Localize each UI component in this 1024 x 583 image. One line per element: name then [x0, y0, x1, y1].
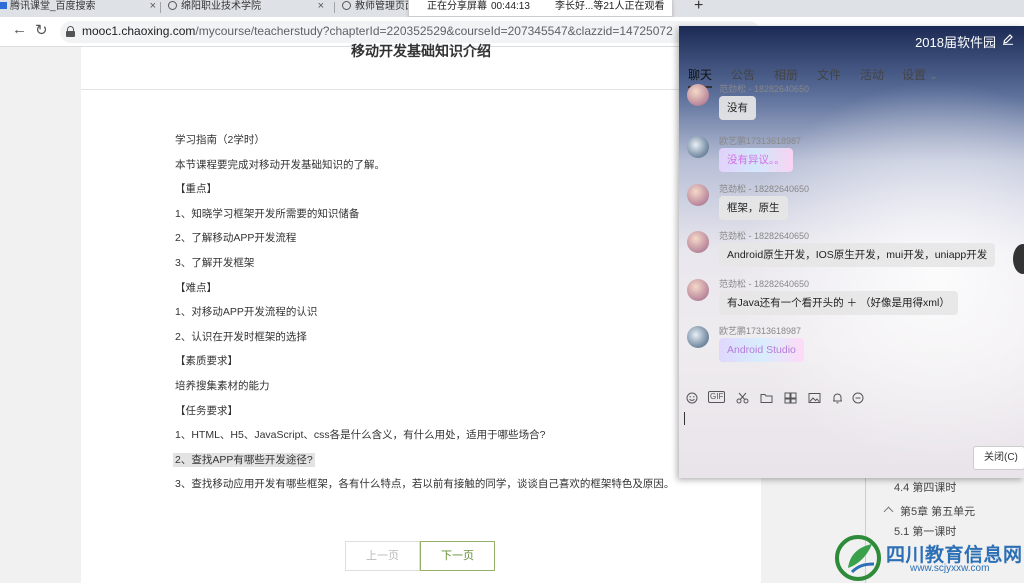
chat-group-title: 2018届软件园: [915, 35, 996, 50]
folder-icon[interactable]: [760, 392, 773, 404]
guide-line: 1、对移动APP开发流程的认识: [175, 306, 318, 319]
avatar[interactable]: [687, 136, 709, 158]
url-path: /mycourse/teacherstudy?chapterId=2203525…: [195, 24, 673, 38]
close-icon[interactable]: ×: [318, 0, 324, 13]
tree-item-chapter-5[interactable]: 第5章 第五单元: [883, 503, 976, 519]
guide-line: 【重点】: [175, 183, 217, 196]
message-input[interactable]: [684, 412, 685, 425]
message-sender: 欧艺鹏17313618987: [719, 136, 802, 146]
url-text[interactable]: mooc1.chaoxing.com/mycourse/teacherstudy…: [82, 24, 673, 38]
tab-files[interactable]: 文件: [817, 66, 841, 83]
smile-icon[interactable]: [686, 392, 698, 404]
guide-line: 学习指南（2学时）: [175, 134, 265, 146]
share-viewers: 李长好...等21人正在观看: [555, 1, 665, 12]
guide-line: 2、认识在开发时框架的选择: [175, 330, 307, 343]
browser-tab-school[interactable]: 绵阳职业技术学院 ×: [168, 0, 328, 17]
message-bubble: Android Studio: [719, 338, 804, 362]
message-bubble: 没有: [719, 96, 756, 120]
scissors-icon[interactable]: [736, 392, 749, 404]
avatar[interactable]: [687, 279, 709, 301]
watermark-url: www.scjyxxw.com: [910, 563, 990, 574]
avatar[interactable]: [687, 326, 709, 348]
chat-window: 2018届软件园 聊天 公告 相册 文件 活动 设置 ⌄ 范劲松 - 18282…: [679, 26, 1024, 478]
next-page-button[interactable]: 下一页: [420, 541, 495, 571]
browser-tab-title: 腾讯课堂_百度搜索: [10, 1, 96, 12]
message-bubble: 没有异议。。: [719, 148, 793, 172]
message-sender: 范劲松 - 18282640650: [719, 184, 810, 194]
chat-header: 2018届软件园: [679, 26, 1024, 58]
guide-line: 培养搜集素材的能力: [175, 379, 270, 392]
message-bubble: Android原生开发，IOS原生开发，mui开发，uniapp开发: [719, 243, 996, 267]
tab-activities[interactable]: 活动: [860, 66, 884, 83]
share-elapsed-time: 00:44:13: [491, 1, 530, 12]
message-sender: 范劲松 - 18282640650: [719, 231, 810, 241]
edit-icon[interactable]: [1002, 33, 1014, 45]
more-icon[interactable]: [852, 392, 864, 404]
input-toolbar: GIF: [679, 390, 1024, 410]
sticker-icon[interactable]: [784, 392, 797, 404]
lesson-content: 移动开发基础知识介绍 学习指南（2学时） 本节课程要完成对移动开发基础知识的了解…: [81, 43, 761, 583]
message-sender: 欧艺鹏17313618987: [719, 326, 802, 336]
tab-announcements[interactable]: 公告: [731, 66, 755, 83]
guide-line: 【任务要求】: [175, 404, 238, 417]
prev-page-button[interactable]: 上一页: [345, 541, 420, 571]
guide-line: 3、查找移动应用开发有哪些框架，各有什么特点，若以前有接触的同学，谈谈自己喜欢的…: [175, 478, 675, 491]
message-sender: 范劲松 - 18282640650: [719, 84, 810, 94]
tab-divider: [160, 2, 161, 13]
tree-item-label: 第5章 第五单元: [900, 506, 976, 518]
tab-divider: [334, 2, 335, 13]
guide-line: 3、了解开发框架: [175, 256, 255, 269]
browser-tab-title: 教师管理页面: [355, 1, 408, 12]
guide-line: 2、了解移动APP开发流程: [175, 232, 297, 245]
guide-line: 本节课程要完成对移动开发基础知识的了解。: [175, 158, 385, 171]
globe-icon: [342, 1, 351, 10]
screen-share-bar: 正在分享屏幕 00:44:13 李长好...等21人正在观看: [408, 0, 673, 17]
bell-icon[interactable]: [831, 392, 844, 404]
chevron-down-icon: ⌄: [929, 71, 938, 82]
close-icon[interactable]: ×: [150, 0, 156, 13]
guide-line-selected: 2、查找APP有哪些开发途径?: [173, 452, 315, 467]
avatar[interactable]: [687, 184, 709, 206]
avatar[interactable]: [687, 231, 709, 253]
tab-chat[interactable]: 聊天: [688, 66, 712, 83]
study-guide: 学习指南（2学时） 本节课程要完成对移动开发基础知识的了解。 【重点】 1、知晓…: [173, 133, 753, 502]
url-host: mooc1.chaoxing.com: [82, 24, 196, 38]
tab-settings[interactable]: 设置 ⌄: [902, 66, 938, 83]
tab-label: 设置: [902, 68, 927, 82]
new-tab-button[interactable]: +: [694, 0, 703, 15]
share-status: 正在分享屏幕: [427, 1, 487, 12]
message-bubble: 框架，原生: [719, 196, 788, 220]
reload-icon[interactable]: ↻: [35, 21, 48, 39]
globe-icon: [168, 1, 177, 10]
baidu-favicon-icon: [0, 2, 7, 9]
guide-line: 【难点】: [175, 281, 217, 294]
close-chat-button[interactable]: 关闭(C): [973, 446, 1024, 470]
tree-item-lesson-5-1[interactable]: 5.1 第一课时: [894, 523, 956, 539]
back-arrow-icon[interactable]: ←: [12, 21, 27, 38]
divider: [81, 89, 761, 90]
gif-icon[interactable]: GIF: [708, 391, 726, 403]
guide-line: 1、知晓学习框架开发所需要的知识储备: [175, 207, 360, 220]
avatar[interactable]: [687, 84, 709, 106]
browser-tab-title: 绵阳职业技术学院: [181, 1, 261, 12]
message-sender: 范劲松 - 18282640650: [719, 279, 810, 289]
browser-tab-baidu[interactable]: 腾讯课堂_百度搜索 ×: [0, 0, 160, 17]
message-list: 范劲松 - 18282640650 没有 欧艺鹏17313618987 没有异议…: [679, 84, 1024, 388]
address-bar[interactable]: mooc1.chaoxing.com/mycourse/teacherstudy…: [60, 21, 760, 43]
tab-album[interactable]: 相册: [774, 66, 798, 83]
message-bubble: 有Java还有一个看开头的 ＋ （好像是用得xml）: [719, 291, 958, 315]
lock-icon: [66, 26, 75, 37]
image-icon[interactable]: [808, 392, 821, 404]
watermark-logo-icon: [835, 535, 881, 581]
browser-tab-teacher[interactable]: 教师管理页面: [342, 0, 408, 17]
chevron-up-icon: [883, 506, 894, 517]
guide-line: 1、HTML、H5、JavaScript、css各是什么含义，有什么用处，适用于…: [175, 429, 546, 442]
guide-line: 【素质要求】: [175, 355, 238, 368]
tree-item-lesson-4-4[interactable]: 4.4 第四课时: [894, 479, 956, 495]
page-title: 移动开发基础知识介绍: [351, 43, 491, 59]
